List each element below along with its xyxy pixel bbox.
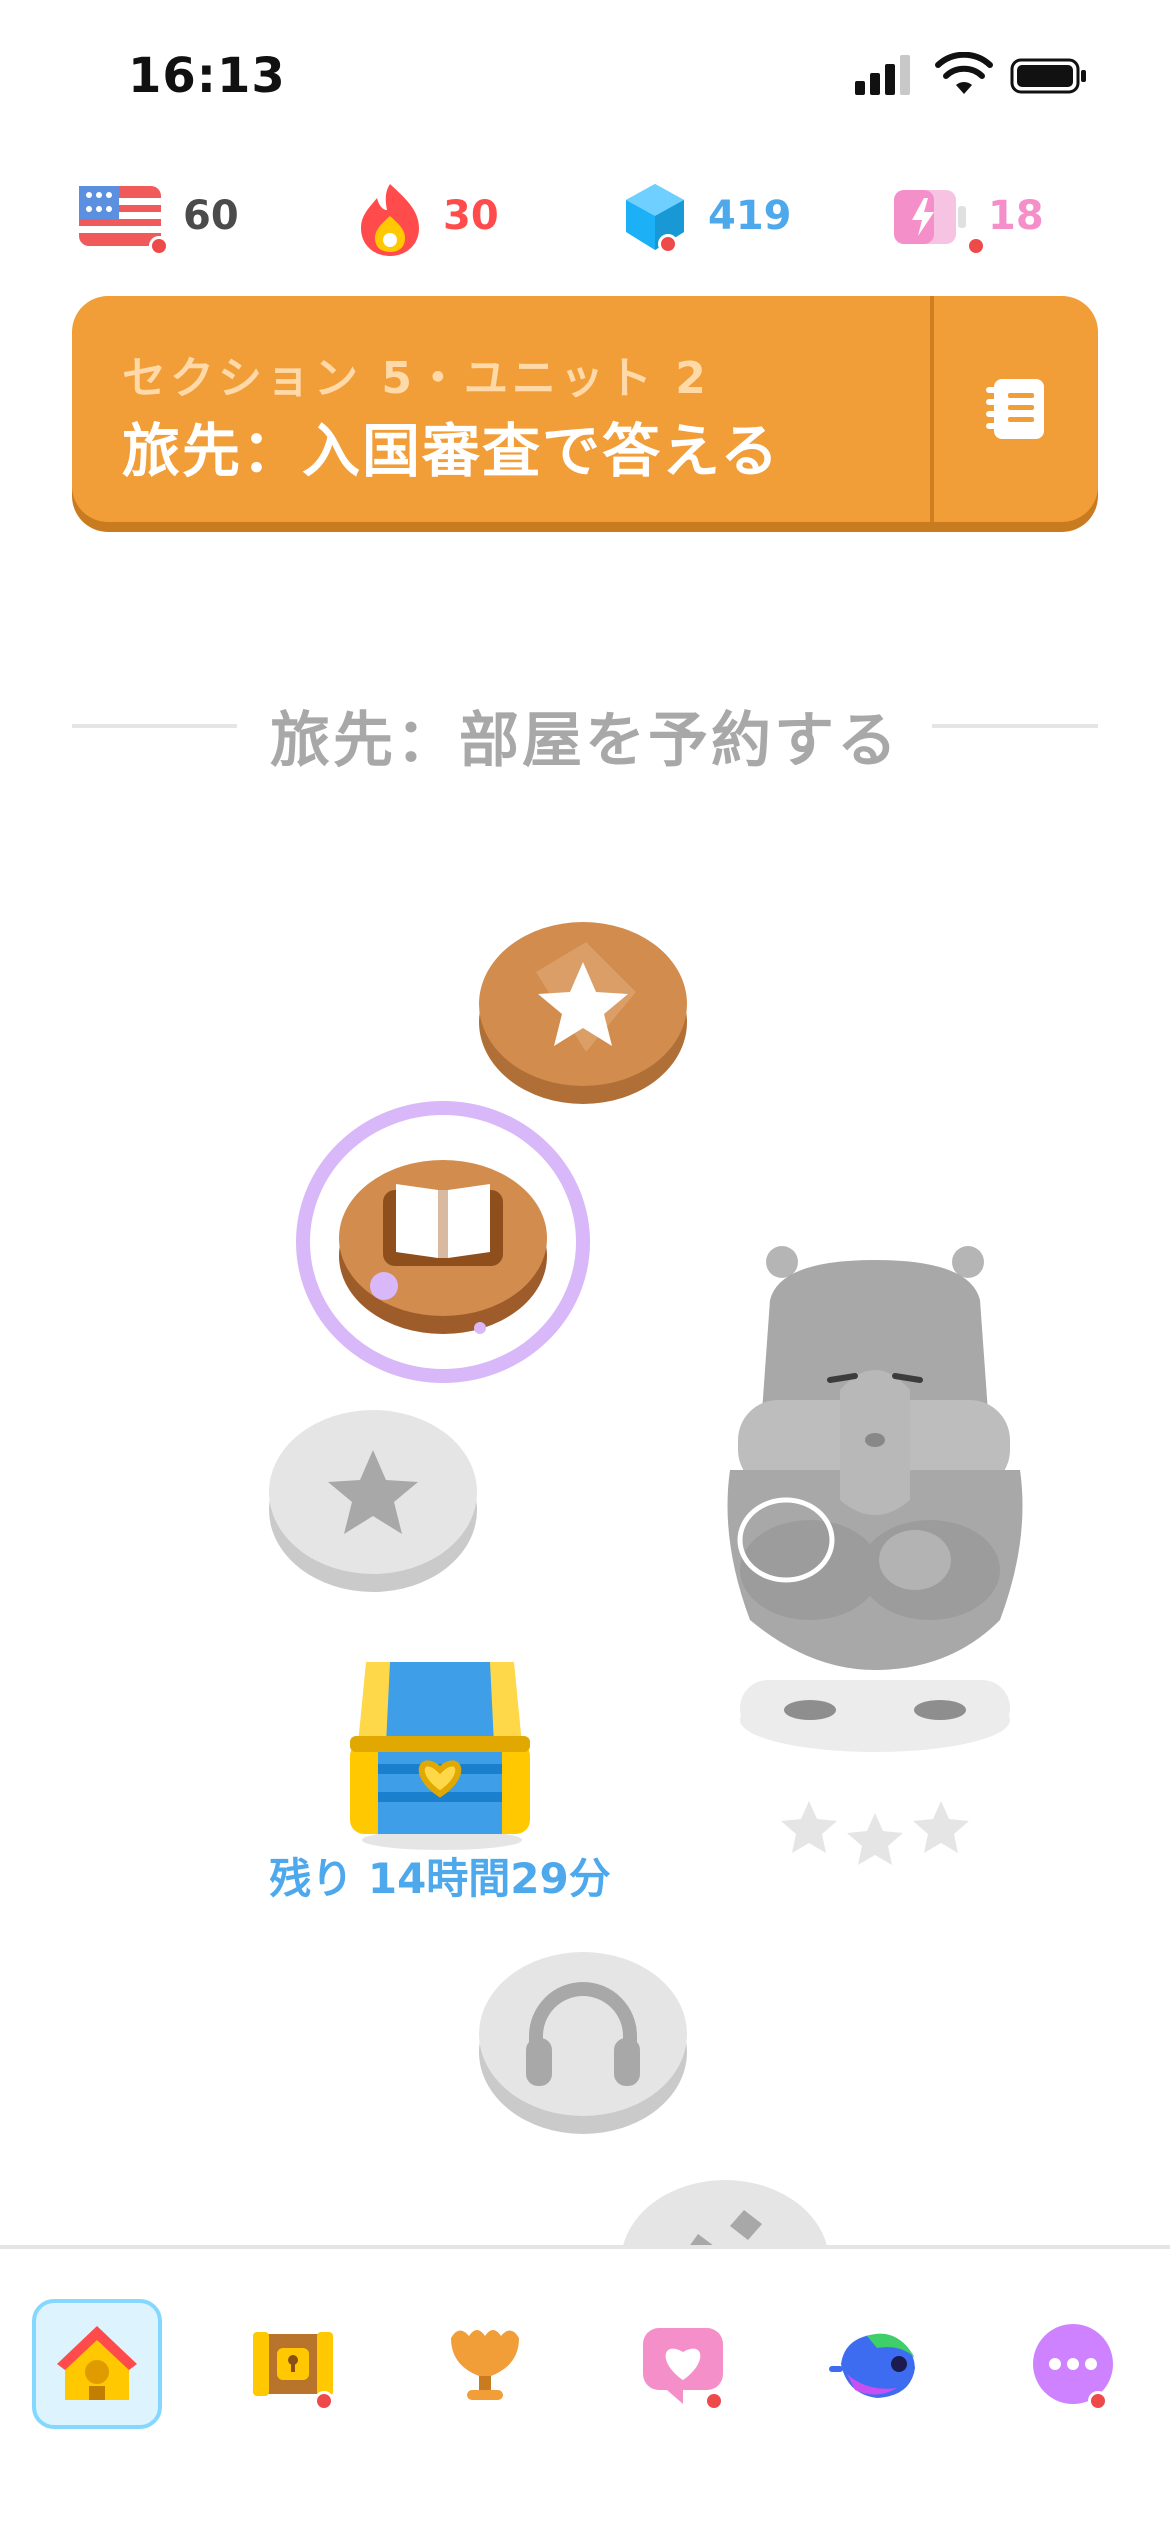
active-lesson-button[interactable] <box>296 1100 590 1385</box>
gem-icon <box>620 180 690 254</box>
notebook-icon <box>986 379 1044 439</box>
locked-practice-lesson-button[interactable] <box>618 2170 833 2245</box>
nav-duo[interactable] <box>812 2299 942 2429</box>
unit-banner[interactable]: セクション 5・ユニット 2 旅先：入国審査で答える <box>72 296 1098 522</box>
stats-bar: 60 30 419 18 <box>0 170 1170 260</box>
guidebook-button[interactable] <box>934 296 1098 522</box>
section-divider: 旅先：部屋を予約する <box>72 684 1098 776</box>
notification-dot <box>704 2391 724 2411</box>
duo-icon <box>829 2333 915 2398</box>
nav-friends[interactable] <box>618 2299 748 2429</box>
gem-count: 419 <box>708 193 792 239</box>
nav-leaderboard[interactable] <box>420 2299 550 2429</box>
section-title: 旅先：部屋を予約する <box>270 706 900 776</box>
treasure-chest-button[interactable] <box>330 1652 550 1852</box>
notification-dot <box>1088 2391 1108 2411</box>
nav-more[interactable] <box>1008 2299 1138 2429</box>
book-icon <box>383 1184 503 1266</box>
nav-home[interactable] <box>32 2299 162 2429</box>
nav-characters[interactable] <box>228 2299 358 2429</box>
gems-stat[interactable]: 419 <box>620 180 792 254</box>
cellular-signal-icon <box>855 55 910 95</box>
path-clip <box>0 2160 1170 2245</box>
language-count: 60 <box>183 193 239 239</box>
star-icon <box>847 1813 903 1865</box>
energy-count: 18 <box>988 193 1044 239</box>
star-icon <box>913 1801 969 1853</box>
notification-dot <box>314 2391 334 2411</box>
notification-dot <box>658 234 678 254</box>
completed-star-lesson-button[interactable] <box>476 912 691 1112</box>
battery-icon <box>1010 58 1086 94</box>
bear-stars-rating <box>781 1801 969 1865</box>
unit-title: 旅先：入国審査で答える <box>122 417 781 485</box>
notification-dot <box>149 236 169 256</box>
chest-timer-label: 残り 14時間29分 <box>269 1854 611 1903</box>
clock: 16:13 <box>128 48 286 104</box>
leaderboard-icon <box>451 2330 519 2400</box>
status-bar: 16:13 <box>0 0 1170 150</box>
us-flag-icon <box>75 180 169 256</box>
bottom-navigation <box>0 2245 1170 2532</box>
locked-star-lesson-button[interactable] <box>266 1400 481 1600</box>
battery-energy-icon <box>890 180 986 256</box>
star-icon <box>781 1801 837 1853</box>
flame-icon <box>355 180 425 256</box>
bear-character-illustration <box>727 1246 1023 1752</box>
wifi-icon <box>935 52 993 94</box>
notification-dot <box>966 236 986 256</box>
energy-stat[interactable]: 18 <box>890 180 1044 256</box>
streak-stat[interactable]: 30 <box>355 180 499 256</box>
section-unit-label: セクション 5・ユニット 2 <box>122 353 710 404</box>
locked-listening-lesson-button[interactable] <box>476 1942 691 2142</box>
home-icon <box>57 2326 137 2400</box>
language-stat[interactable]: 60 <box>75 180 239 256</box>
streak-count: 30 <box>443 193 499 239</box>
